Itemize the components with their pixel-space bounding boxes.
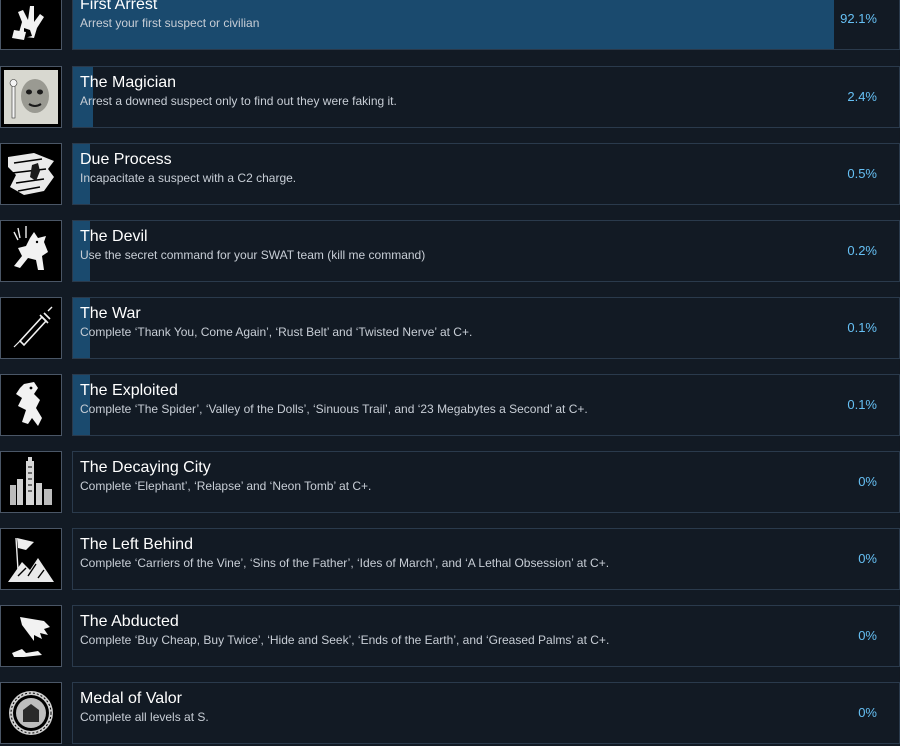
achievement-list: First Arrest Arrest your first suspect o… [0, 0, 900, 746]
achievement-icon-frame [0, 605, 62, 667]
achievement-icon-frame [0, 220, 62, 282]
achievement-title: The Devil [80, 228, 148, 245]
achievement-row[interactable]: Due Process Incapacitate a suspect with … [0, 143, 900, 207]
achievement-row[interactable]: The War Complete ‘Thank You, Come Again’… [0, 297, 900, 361]
achievement-icon-frame [0, 66, 62, 128]
achievement-icon-frame [0, 451, 62, 513]
achievement-row[interactable]: First Arrest Arrest your first suspect o… [0, 0, 900, 52]
achievement-row[interactable]: The Magician Arrest a downed suspect onl… [0, 66, 900, 130]
achievement-card: Medal of Valor Complete all levels at S.… [72, 682, 900, 744]
unlock-percent: 0.1% [847, 320, 877, 335]
achievement-card: The Devil Use the secret command for you… [72, 220, 900, 282]
crouching-figure-icon [16, 382, 42, 426]
achievement-description: Incapacitate a suspect with a C2 charge. [80, 171, 297, 185]
achievement-card: The Abducted Complete ‘Buy Cheap, Buy Tw… [72, 605, 900, 667]
achievement-description: Complete ‘The Spider’, ‘Valley of the Do… [80, 402, 588, 416]
achievement-description: Complete ‘Carriers of the Vine’, ‘Sins o… [80, 556, 610, 570]
achievement-row[interactable]: The Decaying City Complete ‘Elephant’, ‘… [0, 451, 900, 515]
achievement-title: The Left Behind [80, 536, 193, 553]
syringe-icon [13, 306, 53, 348]
unlock-percent: 0.5% [847, 166, 877, 181]
achievement-card: The Left Behind Complete ‘Carriers of th… [72, 528, 900, 590]
achievement-row[interactable]: The Abducted Complete ‘Buy Cheap, Buy Tw… [0, 605, 900, 669]
magician-face-icon [4, 70, 58, 124]
achievement-title: The Magician [80, 74, 177, 91]
achievement-row[interactable]: The Left Behind Complete ‘Carriers of th… [0, 528, 900, 592]
achievement-icon-frame [0, 682, 62, 744]
achievement-title: The Decaying City [80, 459, 211, 476]
flag-mountain-icon [8, 537, 54, 582]
achievement-title: The Abducted [80, 613, 179, 630]
achievement-description: Arrest your first suspect or civilian [80, 16, 260, 30]
achievement-icon-frame [0, 0, 62, 50]
achievement-description: Arrest a downed suspect only to find out… [80, 94, 397, 108]
medal-seal-icon [9, 691, 53, 735]
achievement-icon-frame [0, 297, 62, 359]
unlock-percent: 92.1% [840, 11, 877, 26]
unlock-percent: 0% [858, 705, 877, 720]
achievement-description: Complete ‘Buy Cheap, Buy Twice’, ‘Hide a… [80, 633, 610, 647]
achievement-row[interactable]: The Exploited Complete ‘The Spider’, ‘Va… [0, 374, 900, 438]
unlock-percent: 0.2% [847, 243, 877, 258]
achievement-title: Medal of Valor [80, 690, 182, 707]
achievement-description: Use the secret command for your SWAT tea… [80, 248, 426, 262]
achievement-description: Complete all levels at S. [80, 710, 209, 724]
unlock-percent: 0.1% [847, 397, 877, 412]
achievement-icon-frame [0, 374, 62, 436]
achievement-row[interactable]: Medal of Valor Complete all levels at S.… [0, 682, 900, 746]
achievement-description: Complete ‘Elephant’, ‘Relapse’ and ‘Neon… [80, 479, 372, 493]
achievement-card: The War Complete ‘Thank You, Come Again’… [72, 297, 900, 359]
achievement-card: First Arrest Arrest your first suspect o… [72, 0, 900, 50]
unlock-percent: 0% [858, 474, 877, 489]
achievement-title: First Arrest [80, 0, 158, 13]
unlock-percent: 0% [858, 551, 877, 566]
unlock-percent: 2.4% [847, 89, 877, 104]
achievement-title: Due Process [80, 151, 172, 168]
achievement-title: The Exploited [80, 382, 178, 399]
achievement-row[interactable]: The Devil Use the secret command for you… [0, 220, 900, 284]
reaching-hand-icon [12, 617, 50, 657]
achievement-icon-frame [0, 528, 62, 590]
achievement-card: Due Process Incapacitate a suspect with … [72, 143, 900, 205]
achievement-card: The Exploited Complete ‘The Spider’, ‘Va… [72, 374, 900, 436]
unlock-percent: 0% [858, 628, 877, 643]
achievement-card: The Decaying City Complete ‘Elephant’, ‘… [72, 451, 900, 513]
achievement-description: Complete ‘Thank You, Come Again’, ‘Rust … [80, 325, 473, 339]
city-skyline-icon [10, 457, 52, 505]
achievement-card: The Magician Arrest a downed suspect onl… [72, 66, 900, 128]
achievement-icon-frame [0, 143, 62, 205]
devil-icon [13, 226, 48, 270]
hands-icon [12, 6, 44, 40]
explosion-figure-icon [8, 153, 54, 195]
achievement-title: The War [80, 305, 141, 322]
